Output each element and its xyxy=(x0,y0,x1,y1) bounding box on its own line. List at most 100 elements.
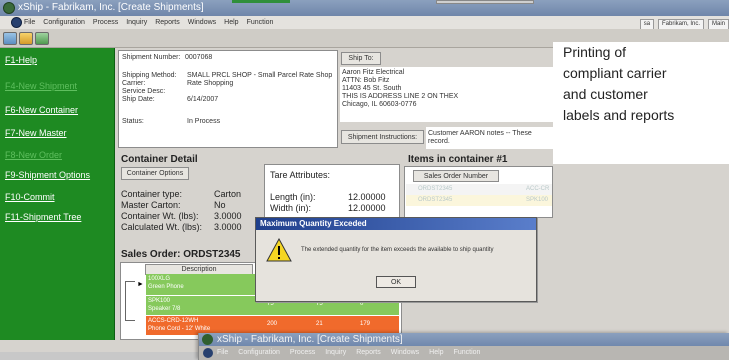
instructions-line: Customer AARON notes -- These xyxy=(428,130,532,137)
menu-item-process[interactable]: Process xyxy=(93,16,118,29)
max-quantity-dialog: Maximum Quantity Exceded The extended qu… xyxy=(255,217,537,302)
caption-line: Printing of xyxy=(563,44,627,60)
screenshot-stage: xShip - Fabrikam, Inc. [Create Shipments… xyxy=(0,0,729,360)
order-cell: ORDST2345 xyxy=(418,197,453,203)
second-xship-window: xShip - Fabrikam, Inc. [Create Shipments… xyxy=(198,333,729,360)
sidebar-item-f9-shipment-options[interactable]: F9-Shipment Options xyxy=(5,170,90,180)
shipping-method-value: SMALL PRCL SHOP - Small Parcel Rate Shop xyxy=(187,72,333,79)
tare-attributes-label: Tare Attributes: xyxy=(270,170,331,180)
order-cell: ORDST2345 xyxy=(418,186,453,192)
menu-item-help[interactable]: Help xyxy=(429,349,443,356)
sidebar-item-f1-help[interactable]: F1-Help xyxy=(5,55,37,65)
address-line: 11403 45 St. South xyxy=(342,85,402,92)
status-value: In Process xyxy=(187,118,221,125)
menu-item-windows[interactable]: Windows xyxy=(188,16,216,29)
background-strip xyxy=(0,352,198,360)
menu-item-windows[interactable]: Windows xyxy=(391,349,419,356)
container-detail-title: Container Detail xyxy=(121,154,198,165)
description-cell: Phone Cord - 12' White xyxy=(148,326,211,332)
description-cell: Green Phone xyxy=(148,284,184,290)
container-weight-label: Container Wt. (lbs): xyxy=(121,211,199,221)
occluded-window-edge xyxy=(232,0,290,3)
sales-order-title: Sales Order: ORDST2345 xyxy=(121,249,241,260)
caption-line: labels and reports xyxy=(563,107,675,123)
sidebar-item-f6-new-container[interactable]: F6-New Container xyxy=(5,105,78,115)
address-line: Aaron Fitz Electrical xyxy=(342,69,405,76)
items-grid: Sales Order Number ORDST2345 ACC-CR ORDS… xyxy=(404,166,553,218)
item-cell: ACC-CR xyxy=(526,186,550,192)
container-type-value: Carton xyxy=(214,189,242,199)
length-value: 12.00000 xyxy=(348,192,386,202)
service-desc-label: Service Desc: xyxy=(122,88,166,95)
menu-item-inquiry[interactable]: Inquiry xyxy=(325,349,346,356)
item-cell: SPK100 xyxy=(526,197,549,203)
feature-caption: Printing of compliant carrier and custom… xyxy=(553,42,729,164)
container-type-label: Container type: xyxy=(121,189,183,199)
shipment-instructions-button[interactable]: Shipment Instructions: xyxy=(341,130,424,144)
warning-icon xyxy=(266,238,292,262)
menu-item-function[interactable]: Function xyxy=(454,349,481,356)
items-title: Items in container #1 xyxy=(408,154,508,165)
sidebar-item-f11-shipment-tree[interactable]: F11-Shipment Tree xyxy=(5,212,81,222)
width-value: 12.00000 xyxy=(348,203,386,213)
sales-order-column-header[interactable]: Sales Order Number xyxy=(413,170,499,182)
menu-item-configuration[interactable]: Configuration xyxy=(43,16,85,29)
table-row[interactable]: ORDST2345 ACC-CR xyxy=(406,184,552,195)
menu-item-reports[interactable]: Reports xyxy=(155,16,180,29)
function-sidebar: F1-Help F4-New Shipment F6-New Container F7… xyxy=(0,48,115,340)
window-title-bar: xShip - Fabrikam, Inc. [Create Shipments… xyxy=(0,0,729,16)
menu-item-process[interactable]: Process xyxy=(290,349,315,356)
ship-to-address: Aaron Fitz Electrical ATTN: Bob Fitz 114… xyxy=(340,67,553,122)
menu-items: File Configuration Process Inquiry Reports Wi… xyxy=(16,16,273,29)
caption-line: compliant carrier xyxy=(563,65,667,81)
tree-connector xyxy=(125,281,135,321)
width-label: Width (in): xyxy=(270,203,312,213)
shipment-info-panel: Shipment Number: 0007068 Shipping Method… xyxy=(118,50,338,148)
menu-item-function[interactable]: Function xyxy=(247,16,274,29)
sidebar-item-f7-new-master[interactable]: F7-New Master xyxy=(5,128,67,138)
second-window-title: xShip - Fabrikam, Inc. [Create Shipments… xyxy=(217,334,403,345)
system-menu-icon[interactable] xyxy=(203,348,213,358)
sidebar-item-f8-new-order[interactable]: F8-New Order xyxy=(5,150,62,160)
ok-button[interactable]: OK xyxy=(376,276,416,288)
container-options-button[interactable]: Container Options xyxy=(121,167,189,180)
menu-bar: File Configuration Process Inquiry Reports Wi… xyxy=(0,16,729,30)
user-badges: sa Fabrikam, Inc. Main xyxy=(638,17,729,30)
container-weight-value: 3.0000 xyxy=(214,211,242,221)
description-cell: Speaker 7/8 xyxy=(148,306,181,312)
occluded-window-edge xyxy=(436,0,534,4)
menu-item-file[interactable]: File xyxy=(217,349,228,356)
ship-date-label: Ship Date: xyxy=(122,96,155,103)
calculated-weight-label: Calculated Wt. (lbs): xyxy=(121,222,203,232)
table-row[interactable]: ORDST2345 SPK100 xyxy=(406,195,552,206)
dialog-title: Maximum Quantity Exceded xyxy=(256,218,536,230)
sidebar-item-f4-new-shipment[interactable]: F4-New Shipment xyxy=(5,81,77,91)
address-line: Chicago, IL 60603-0776 xyxy=(342,101,417,108)
second-window-title-bar: xShip - Fabrikam, Inc. [Create Shipments… xyxy=(199,333,729,346)
app-icon xyxy=(202,334,213,345)
folder-icon[interactable] xyxy=(19,32,33,45)
refresh-icon[interactable] xyxy=(35,32,49,45)
item-number-cell: ACCS-CRD-12WH xyxy=(148,318,199,324)
menu-item-help[interactable]: Help xyxy=(224,16,238,29)
menu-item-reports[interactable]: Reports xyxy=(356,349,381,356)
ship-to-button[interactable]: Ship To: xyxy=(341,52,381,65)
caption-line: and customer xyxy=(563,86,648,102)
ship-date-value: 6/14/2007 xyxy=(187,96,219,103)
item-number-cell: SPK100 xyxy=(148,298,171,304)
tare-attributes-panel: Tare Attributes: Length (in): 12.00000 W… xyxy=(264,164,400,220)
menu-item-file[interactable]: File xyxy=(24,16,35,29)
master-carton-value: No xyxy=(214,200,226,210)
carrier-value: Rate Shopping xyxy=(187,80,234,87)
address-line: THIS IS ADDRESS LINE 2 ON THEX xyxy=(342,93,459,100)
back-icon[interactable] xyxy=(3,32,17,45)
dialog-message: The extended quantity for the item excee… xyxy=(301,247,494,253)
shipment-number-label: Shipment Number: xyxy=(122,54,181,61)
menu-item-inquiry[interactable]: Inquiry xyxy=(126,16,147,29)
address-line: ATTN: Bob Fitz xyxy=(342,77,390,84)
shipping-method-label: Shipping Method: xyxy=(122,72,177,79)
instructions-text: Customer AARON notes -- These record. xyxy=(426,127,553,149)
sidebar-item-f10-commit[interactable]: F10-Commit xyxy=(5,192,55,202)
shipment-number-value: 0007068 xyxy=(185,54,213,61)
menu-item-configuration[interactable]: Configuration xyxy=(238,349,280,356)
